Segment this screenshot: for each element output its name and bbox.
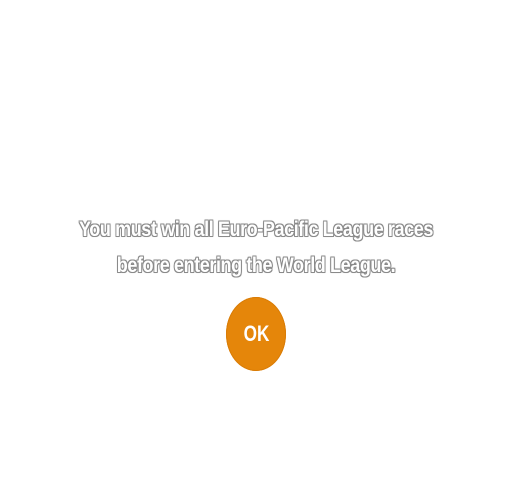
message-line-2: before entering the World League. <box>116 254 396 277</box>
ok-button[interactable]: OK <box>226 297 286 371</box>
ok-button-label: OK <box>243 321 269 346</box>
message-line-1: You must win all Euro-Pacific League rac… <box>79 218 433 241</box>
game-screen: You must win all Euro-Pacific League rac… <box>0 0 512 504</box>
dialog-message: You must win all Euro-Pacific League rac… <box>36 212 476 284</box>
